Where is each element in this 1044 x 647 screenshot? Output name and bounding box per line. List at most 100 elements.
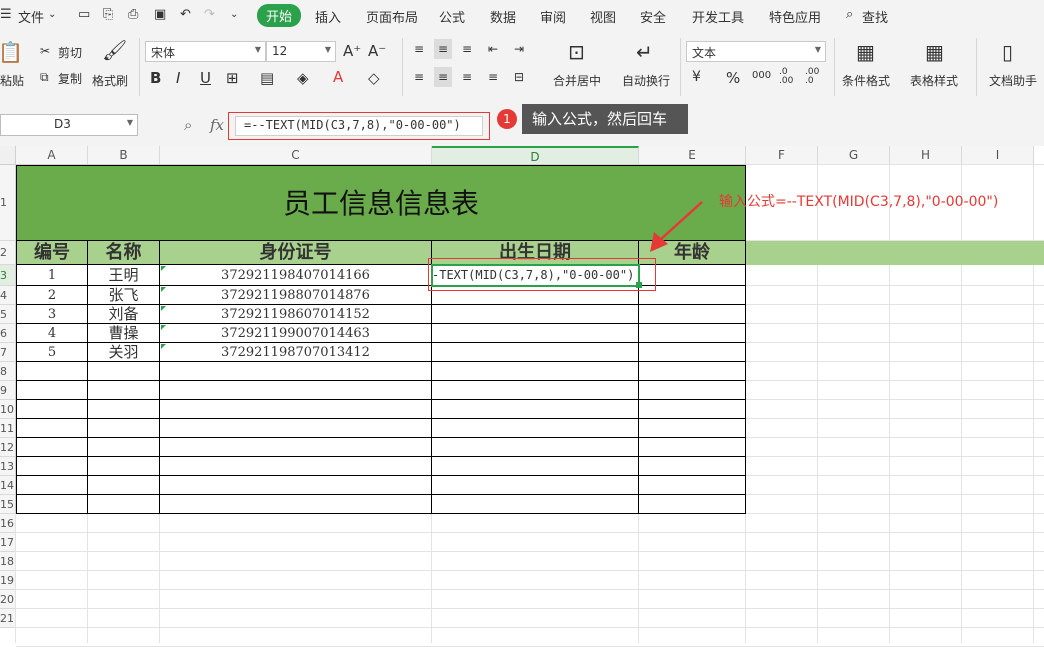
column-header-b[interactable]: B (88, 146, 160, 165)
tab-special[interactable]: 特色应用 (769, 7, 821, 26)
paste-icon[interactable]: 📋 (0, 40, 23, 64)
table-cell[interactable]: 372921198707013412 (160, 343, 432, 362)
align-right-icon[interactable]: ≡ (462, 70, 472, 84)
table-cell[interactable] (160, 495, 432, 514)
preview-icon[interactable]: ▣ (154, 7, 166, 22)
table-cell[interactable] (88, 419, 160, 438)
underline-icon[interactable]: U (200, 69, 211, 87)
export-icon[interactable]: ⎘ (103, 7, 113, 22)
tab-review[interactable]: 审阅 (540, 7, 566, 26)
tab-security[interactable]: 安全 (640, 7, 666, 26)
fill-color-icon[interactable]: ◈ (297, 69, 309, 87)
table-cell[interactable] (88, 476, 160, 495)
row-header[interactable]: 16 (0, 514, 16, 533)
table-cell[interactable] (432, 476, 639, 495)
conditional-format-button[interactable]: 条件格式 (842, 72, 890, 89)
name-box[interactable]: D3 ▼ (0, 114, 138, 136)
table-cell[interactable] (16, 381, 88, 400)
align-bottom-icon[interactable]: ≡ (462, 42, 472, 56)
format-painter-button[interactable]: 格式刷 (92, 72, 128, 89)
table-cell[interactable] (160, 419, 432, 438)
table-cell[interactable]: 曹操 (88, 324, 160, 343)
distribute-icon[interactable]: ⊟ (514, 70, 524, 84)
row-header[interactable]: 7 (0, 343, 16, 362)
table-cell[interactable]: 关羽 (88, 343, 160, 362)
decrease-decimal-button[interactable]: .00 .0 (805, 68, 819, 86)
row-header[interactable]: 14 (0, 476, 16, 495)
paste-button[interactable]: 粘贴 (0, 72, 24, 89)
table-cell[interactable] (639, 457, 746, 476)
table-cell[interactable] (432, 362, 639, 381)
row-header[interactable]: 1 (0, 165, 16, 241)
column-header-f[interactable]: F (746, 146, 818, 165)
format-painter-icon[interactable]: 🖌 (102, 38, 127, 62)
align-middle-icon[interactable]: ≡ (434, 39, 453, 59)
table-cell[interactable] (16, 476, 88, 495)
table-cell[interactable] (16, 457, 88, 476)
table-cell[interactable]: 刘备 (88, 305, 160, 324)
row-header[interactable]: 10 (0, 400, 16, 419)
tab-data[interactable]: 数据 (490, 7, 516, 26)
table-cell[interactable] (16, 400, 88, 419)
header-id-number[interactable]: 身份证号 (160, 241, 432, 265)
fill-handle[interactable] (636, 282, 642, 288)
table-cell[interactable]: 2 (16, 286, 88, 305)
menu-file[interactable]: 文件 (18, 7, 44, 26)
row-header[interactable]: 20 (0, 590, 16, 609)
table-cell[interactable] (432, 381, 639, 400)
wrap-text-icon[interactable]: ↵ (636, 40, 653, 64)
row-header[interactable]: 2 (0, 241, 16, 265)
cell-style-icon[interactable]: ▤ (260, 69, 274, 87)
increase-font-icon[interactable]: A⁺ (343, 42, 361, 60)
copy-icon[interactable]: ⧉ (40, 70, 49, 85)
font-color-icon[interactable]: A (333, 68, 343, 86)
select-all-corner[interactable] (0, 146, 16, 165)
table-cell[interactable] (16, 419, 88, 438)
row-header[interactable]: 11 (0, 419, 16, 438)
undo-icon[interactable]: ↶ (180, 7, 191, 22)
font-size-select[interactable]: 12 ▼ (266, 41, 336, 62)
wrap-text-button[interactable]: 自动换行 (622, 72, 670, 89)
table-cell[interactable] (639, 419, 746, 438)
column-header-a[interactable]: A (16, 146, 88, 165)
table-cell[interactable] (639, 305, 746, 324)
italic-icon[interactable]: I (176, 69, 180, 87)
header-name[interactable]: 名称 (88, 241, 160, 265)
print-icon[interactable]: ⎙ (128, 7, 138, 22)
row-header[interactable]: 6 (0, 324, 16, 343)
table-cell[interactable] (639, 362, 746, 381)
table-cell[interactable] (639, 495, 746, 514)
table-cell[interactable] (88, 362, 160, 381)
bold-icon[interactable]: B (150, 69, 161, 87)
formula-input[interactable]: =--TEXT(MID(C3,7,8),"0-00-00") (235, 116, 483, 136)
table-cell[interactable] (16, 438, 88, 457)
table-cell[interactable] (88, 400, 160, 419)
table-cell[interactable]: 372921198807014876 (160, 286, 432, 305)
thousands-button[interactable]: 000 (752, 70, 771, 81)
table-cell[interactable] (88, 457, 160, 476)
table-cell[interactable] (160, 362, 432, 381)
table-cell[interactable] (16, 362, 88, 381)
more-icon[interactable]: ⌄ (230, 9, 238, 20)
header-id[interactable]: 编号 (16, 241, 88, 265)
tab-formula[interactable]: 公式 (439, 7, 465, 26)
table-cell[interactable] (639, 324, 746, 343)
clear-icon[interactable]: ◇ (368, 69, 380, 87)
table-cell[interactable]: 372921199007014463 (160, 324, 432, 343)
table-cell[interactable]: 张飞 (88, 286, 160, 305)
zoom-icon[interactable]: ⌕ (184, 116, 192, 134)
table-style-icon[interactable]: ▦ (925, 40, 944, 64)
table-cell[interactable] (432, 343, 639, 362)
merge-center-icon[interactable]: ⊡ (568, 40, 585, 64)
increase-decimal-button[interactable]: .0 .00 (779, 68, 793, 86)
row-header[interactable]: 21 (0, 609, 16, 628)
row-header[interactable]: 18 (0, 552, 16, 571)
chevron-down-icon[interactable]: ⌄ (48, 9, 56, 20)
table-style-button[interactable]: 表格样式 (910, 72, 958, 89)
row-header[interactable]: 15 (0, 495, 16, 514)
table-cell[interactable]: 王明 (88, 265, 160, 286)
border-icon[interactable]: ⊞ (226, 69, 239, 87)
hamburger-icon[interactable]: ☰ (0, 7, 12, 22)
redo-icon[interactable]: ↷ (204, 7, 215, 22)
row-header[interactable]: 5 (0, 305, 16, 324)
